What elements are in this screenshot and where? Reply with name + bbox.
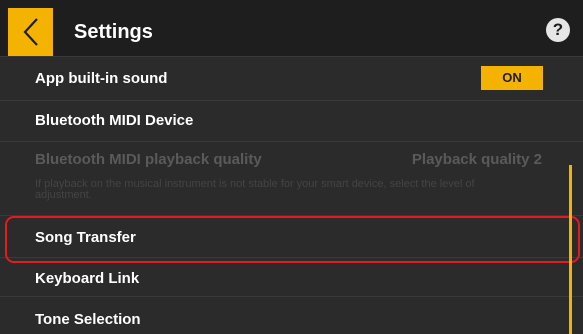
app-sound-label: App built-in sound bbox=[35, 70, 168, 87]
setting-row-bluetooth-quality: Bluetooth MIDI playback quality Playback… bbox=[0, 141, 583, 215]
scrollbar[interactable] bbox=[569, 165, 572, 334]
bluetooth-quality-note: If playback on the musical instrument is… bbox=[35, 178, 475, 201]
setting-row-bluetooth-midi-device[interactable]: Bluetooth MIDI Device bbox=[0, 100, 583, 141]
setting-row-tone-selection[interactable]: Tone Selection bbox=[0, 296, 583, 334]
bluetooth-quality-value: Playback quality 2 bbox=[411, 151, 542, 168]
tone-selection-label: Tone Selection bbox=[35, 311, 141, 328]
setting-row-app-sound: App built-in sound ON bbox=[0, 56, 583, 100]
bluetooth-quality-label: Bluetooth MIDI playback quality bbox=[35, 151, 262, 168]
header-bar: Settings ? bbox=[0, 0, 583, 56]
bluetooth-midi-device-label: Bluetooth MIDI Device bbox=[35, 112, 194, 129]
page-title: Settings bbox=[74, 21, 153, 43]
chevron-left-icon bbox=[22, 17, 40, 47]
keyboard-link-label: Keyboard Link bbox=[35, 270, 140, 287]
app-sound-toggle[interactable]: ON bbox=[481, 66, 543, 90]
question-mark-icon[interactable]: ? bbox=[546, 18, 570, 42]
back-button[interactable] bbox=[8, 8, 53, 56]
song-transfer-highlight bbox=[5, 216, 580, 263]
